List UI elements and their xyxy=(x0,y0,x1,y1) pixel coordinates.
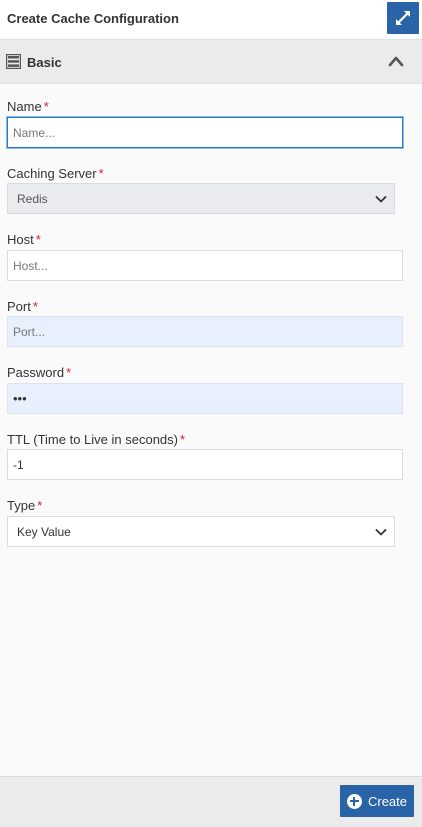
type-value: Key Value xyxy=(17,525,71,539)
panel-title: Create Cache Configuration xyxy=(7,11,179,26)
section-icon xyxy=(6,54,21,69)
port-label: Port * xyxy=(7,299,38,314)
expand-button[interactable] xyxy=(387,2,419,34)
port-input[interactable] xyxy=(7,316,403,347)
panel-header: Create Cache Configuration xyxy=(0,0,422,38)
required-marker: * xyxy=(43,99,49,114)
required-marker: * xyxy=(179,432,186,447)
name-input[interactable] xyxy=(7,117,403,148)
chevron-down-icon xyxy=(375,529,387,536)
ttl-input[interactable] xyxy=(7,449,403,480)
chevron-down-icon xyxy=(375,196,387,203)
host-label: Host * xyxy=(7,232,41,247)
required-marker: * xyxy=(98,166,104,181)
ttl-label: TTL (Time to Live in seconds) * xyxy=(7,432,186,447)
expand-icon xyxy=(396,11,410,25)
section-title: Basic xyxy=(27,55,62,70)
password-input[interactable] xyxy=(7,383,403,414)
required-marker: * xyxy=(37,498,43,513)
section-basic-header[interactable]: Basic xyxy=(0,39,422,84)
chevron-up-icon[interactable] xyxy=(388,55,404,67)
host-input[interactable] xyxy=(7,250,403,281)
plus-circle-icon xyxy=(346,793,362,809)
caching-server-label: Caching Server * xyxy=(7,166,104,181)
panel-footer: Create xyxy=(0,776,422,827)
caching-server-value: Redis xyxy=(17,192,48,206)
type-label: Type * xyxy=(7,498,43,513)
type-select[interactable]: Key Value xyxy=(7,516,395,547)
create-button-label: Create xyxy=(367,793,408,809)
create-button[interactable]: Create xyxy=(340,785,414,817)
name-label: Name * xyxy=(7,99,49,114)
caching-server-select[interactable]: Redis xyxy=(7,183,395,214)
password-label: Password * xyxy=(7,365,72,380)
required-marker: * xyxy=(32,299,38,314)
required-marker: * xyxy=(35,232,41,247)
required-marker: * xyxy=(66,365,72,380)
